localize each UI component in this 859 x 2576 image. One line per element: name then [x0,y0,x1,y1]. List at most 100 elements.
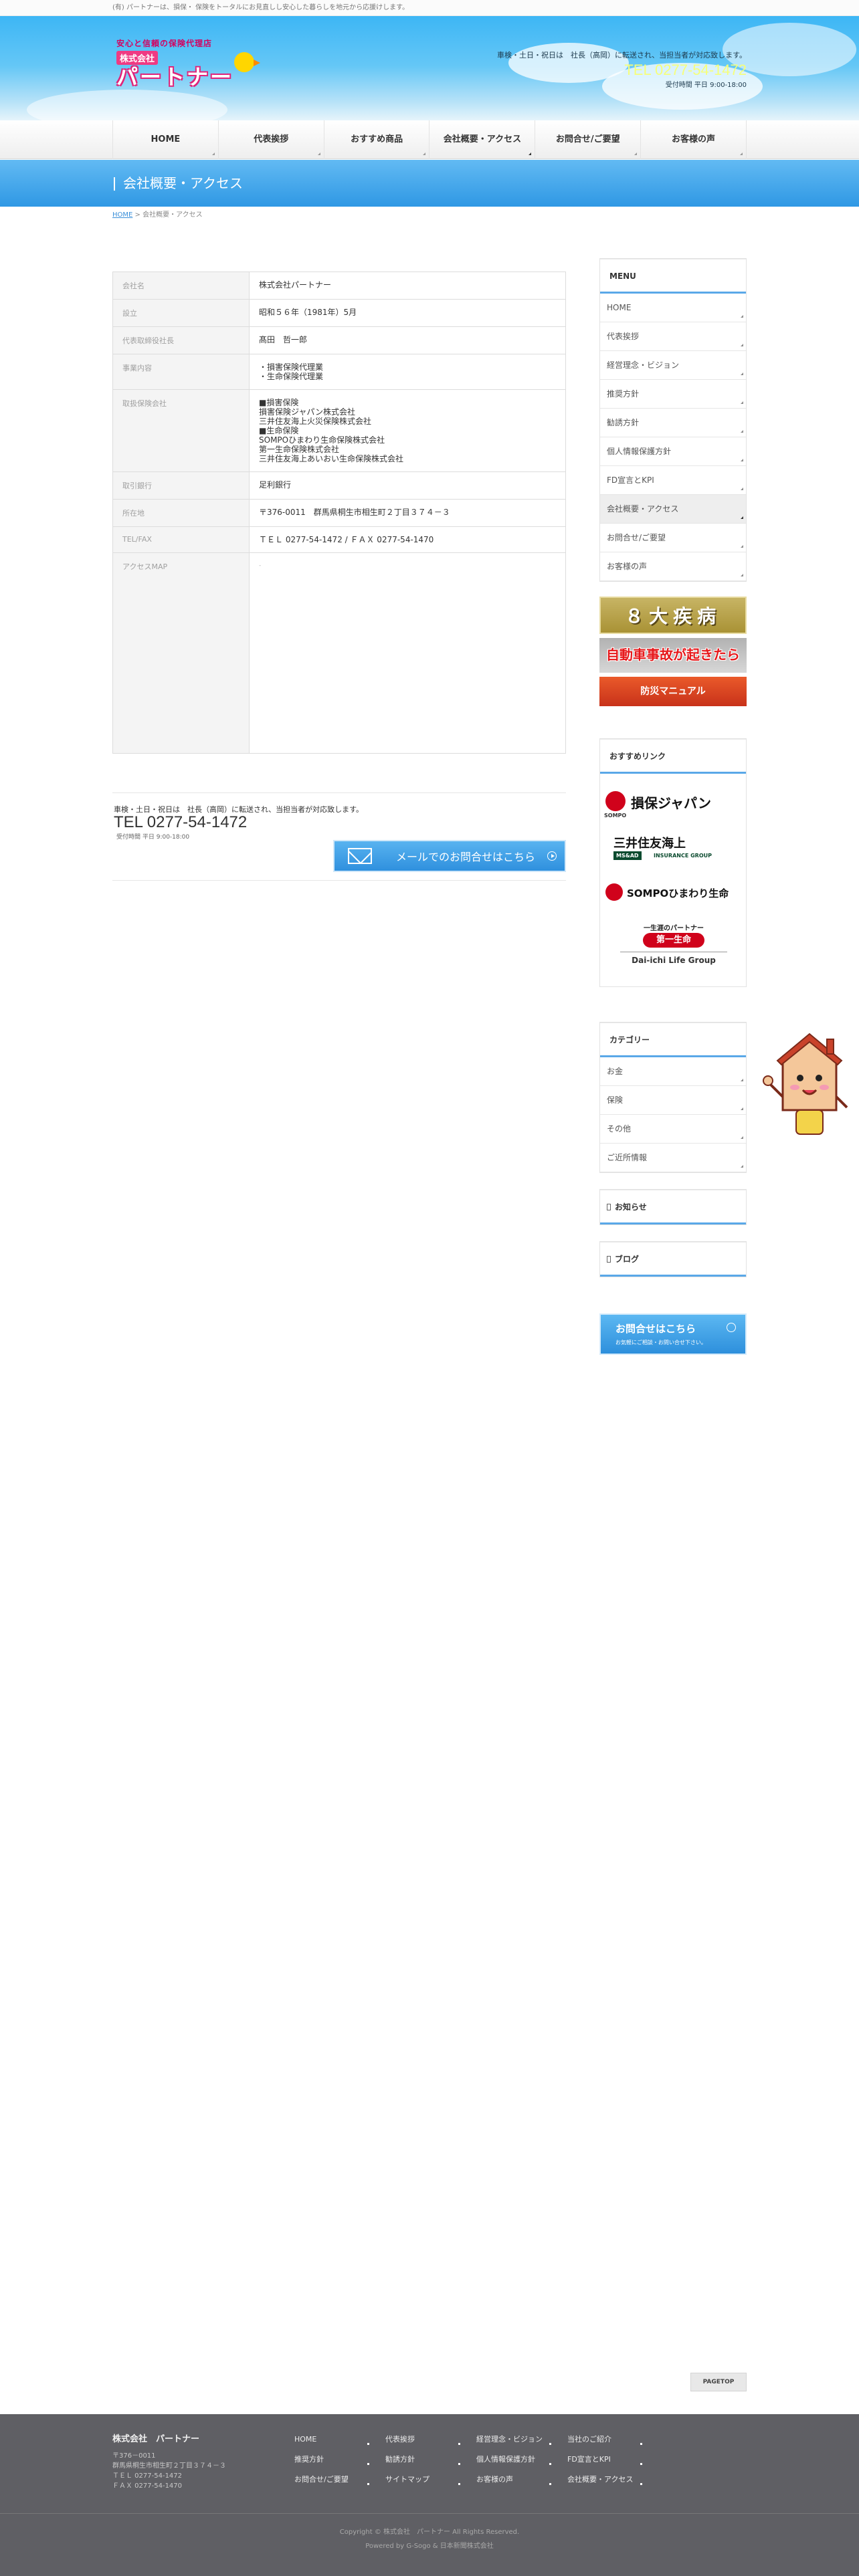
nav-item-voice[interactable]: お客様の声 [641,120,747,159]
arrow-circle-icon [727,1323,736,1332]
table-row: TEL/FAX ＴＥＬ 0277-54-1472 / ＦＡＸ 0277-54-1… [112,526,566,553]
value-line: 株式会社パートナー [259,280,332,290]
site-header: 安心と信頼の保険代理店 株式会社 パートナー 車検・土日・祝日は 社長（高岡）に… [0,16,859,120]
daiichi-life-link[interactable]: 一生涯のパートナー 第一生命 Dai-ichi Life Group [600,917,746,982]
footer-link-voice[interactable]: お客様の声 [474,2470,565,2489]
sidebar-item-fd-kpi[interactable]: FD宣言とKPI [600,466,746,495]
mitsui-sumitomo-link[interactable]: 三井住友海上 MS&AD INSURANCE GROUP [600,826,746,871]
site-footer: 株式会社 パートナー 〒376－0011 群馬県桐生市相生町２丁目３７４－３ Ｔ… [0,2414,859,2576]
value-line: - [259,562,262,569]
breadcrumb-current: 会社概要・アクセス [142,211,203,219]
footer-link-philosophy[interactable]: 経営理念・ビジョン [474,2430,565,2449]
footer-link-recommend-policy[interactable]: 推奨方針 [292,2450,383,2469]
row-value: 足利銀行 [249,471,566,500]
copyright: Copyright © 株式会社 パートナー All Rights Reserv… [339,2529,520,2536]
pin-icon [607,1256,611,1263]
footer-link-sitemap[interactable]: サイトマップ [383,2470,474,2489]
header-tel[interactable]: TEL 0277-54-1472 [497,62,747,79]
category-item-other[interactable]: その他 [600,1115,746,1144]
page-title: 会社概要・アクセス [112,160,747,207]
sidebar-item-recommend-policy[interactable]: 推奨方針 [600,380,746,409]
footer-nav: HOME 代表挨拶 経営理念・ビジョン 当社のご紹介 推奨方針 勧誘方針 個人情… [292,2430,747,2489]
sidebar-item-voice[interactable]: お客様の声 [600,552,746,581]
sidebar: MENU HOME 代表挨拶 経営理念・ビジョン 推奨方針 勧誘方針 個人情報保… [599,258,747,1355]
sidebar-item-philosophy[interactable]: 経営理念・ビジョン [600,351,746,380]
eight-diseases-banner[interactable]: ８大疾病 [599,597,747,634]
menu-widget-title: MENU [600,259,746,294]
footer-link-company[interactable]: 会社概要・アクセス [565,2470,656,2489]
value-line: 〒376-0011 群馬県桐生市相生町２丁目３７４－３ [259,508,450,517]
sidebar-item-contact[interactable]: お問合せ/ご要望 [600,524,746,552]
value-line: ■生命保険 [259,426,299,435]
arrow-circle-icon [547,851,557,861]
contact-tel[interactable]: TEL 0277-54-1472 [114,813,247,832]
row-value: 〒376-0011 群馬県桐生市相生町２丁目３７４－３ [249,499,566,527]
access-map[interactable]: - [249,552,566,754]
blog-widget[interactable]: ブログ [599,1241,747,1277]
sidebar-item-greeting[interactable]: 代表挨拶 [600,322,746,351]
ms-logo-box: MS&AD [613,851,642,860]
footer-address-line: 群馬県桐生市相生町２丁目３７４－３ [112,2462,226,2470]
ms-logo-text: 三井住友海上 [613,837,686,851]
sidebar-item-privacy-policy[interactable]: 個人情報保護方針 [600,437,746,466]
sidebar-item-home[interactable]: HOME [600,294,746,322]
links-widget-title: おすすめリンク [600,739,746,774]
table-row: 設立 昭和５６年（1981年）5月 [112,299,566,327]
value-line: ■損害保険 [259,398,299,407]
footer-link-about[interactable]: 当社のご紹介 [565,2430,656,2449]
contact-banner-title: お問合せはこちら [615,1323,696,1335]
category-widget: カテゴリー お金 保険 その他 ご近所情報 [599,1022,747,1173]
footer-link-greeting[interactable]: 代表挨拶 [383,2430,474,2449]
himawari-logo-icon [605,883,623,901]
sompo-logo-icon [605,791,626,811]
value-line: SOMPOひまわり生命保険株式会社 [259,435,385,445]
footer-link-home[interactable]: HOME [292,2430,383,2449]
contact-banner[interactable]: お問合せはこちら お気軽にご相談・お問い合せ下さい。 [599,1313,747,1355]
sompo-himawari-link[interactable]: SOMPOひまわり生命 [600,871,746,917]
main-content: 会社名 株式会社パートナー 設立 昭和５６年（1981年）5月 代表取締役社長 … [112,272,566,881]
menu-widget: MENU HOME 代表挨拶 経営理念・ビジョン 推奨方針 勧誘方針 個人情報保… [599,258,747,582]
footer-link-contact[interactable]: お問合せ/ご要望 [292,2470,383,2489]
category-item-insurance[interactable]: 保険 [600,1086,746,1115]
footer-link-fd-kpi[interactable]: FD宣言とKPI [565,2450,656,2469]
nav-item-products[interactable]: おすすめ商品 [324,120,430,159]
category-item-money[interactable]: お金 [600,1057,746,1086]
sompo-japan-link[interactable]: SOMPO 損保ジャパン [600,780,746,826]
site-logo[interactable]: 安心と信頼の保険代理店 株式会社 パートナー [116,37,260,90]
category-widget-title: カテゴリー [600,1023,746,1057]
ms-logo-sub: INSURANCE GROUP [654,853,712,859]
row-label: 取引銀行 [112,471,250,500]
house-mascot-icon [763,1030,856,1144]
footer-bottom: Copyright © 株式会社 パートナー All Rights Reserv… [0,2513,859,2550]
contact-hours: 受付時間 平日 9:00-18:00 [116,834,190,841]
row-label: 事業内容 [112,354,250,390]
breadcrumb-home[interactable]: HOME [112,211,132,219]
header-contact-note: 車検・土日・祝日は 社長（高岡）に転送され、当担当者が対応致します。 [496,51,747,60]
row-value: ■損害保険 損害保険ジャパン株式会社 三井住友海上火災保険株式会社 ■生命保険 … [249,389,566,472]
pagetop-button[interactable]: PAGETOP [690,2373,747,2391]
car-accident-banner[interactable]: 自動車事故が起きたら [599,638,747,673]
mail-contact-button[interactable]: メールでのお問合せはこちら [333,840,566,872]
table-row: 会社名 株式会社パートナー [112,272,566,300]
value-line: 昭和５６年（1981年）5月 [259,308,357,317]
logo-company-type: 株式会社 [116,51,159,65]
nav-item-contact[interactable]: お問合せ/ご要望 [535,120,642,159]
nav-item-home[interactable]: HOME [113,120,219,159]
category-item-neighborhood[interactable]: ご近所情報 [600,1144,746,1172]
news-widget[interactable]: お知らせ [599,1189,747,1225]
footer-link-solicitation-policy[interactable]: 勧誘方針 [383,2450,474,2469]
sompo-logo-text: 損保ジャパン [631,795,711,811]
footer-link-privacy-policy[interactable]: 個人情報保護方針 [474,2450,565,2469]
breadcrumb-separator: > [132,211,143,219]
nav-item-greeting[interactable]: 代表挨拶 [219,120,324,159]
disaster-manual-banner[interactable]: 防災マニュアル [599,677,747,706]
header-contact: 車検・土日・祝日は 社長（高岡）に転送され、当担当者が対応致します。 TEL 0… [497,49,747,89]
value-line: 髙田 哲一郎 [259,335,308,344]
links-widget: おすすめリンク SOMPO 損保ジャパン 三井住友海上 MS&AD INSURA… [599,738,747,987]
table-row: 事業内容 ・損害保険代理業 ・生命保険代理業 [112,354,566,390]
value-line: ・損害保険代理業 [259,362,324,372]
sidebar-item-company[interactable]: 会社概要・アクセス [600,495,746,524]
nav-item-company[interactable]: 会社概要・アクセス [430,120,536,159]
sidebar-item-solicitation-policy[interactable]: 勧誘方針 [600,409,746,437]
news-widget-title: お知らせ [615,1202,647,1212]
